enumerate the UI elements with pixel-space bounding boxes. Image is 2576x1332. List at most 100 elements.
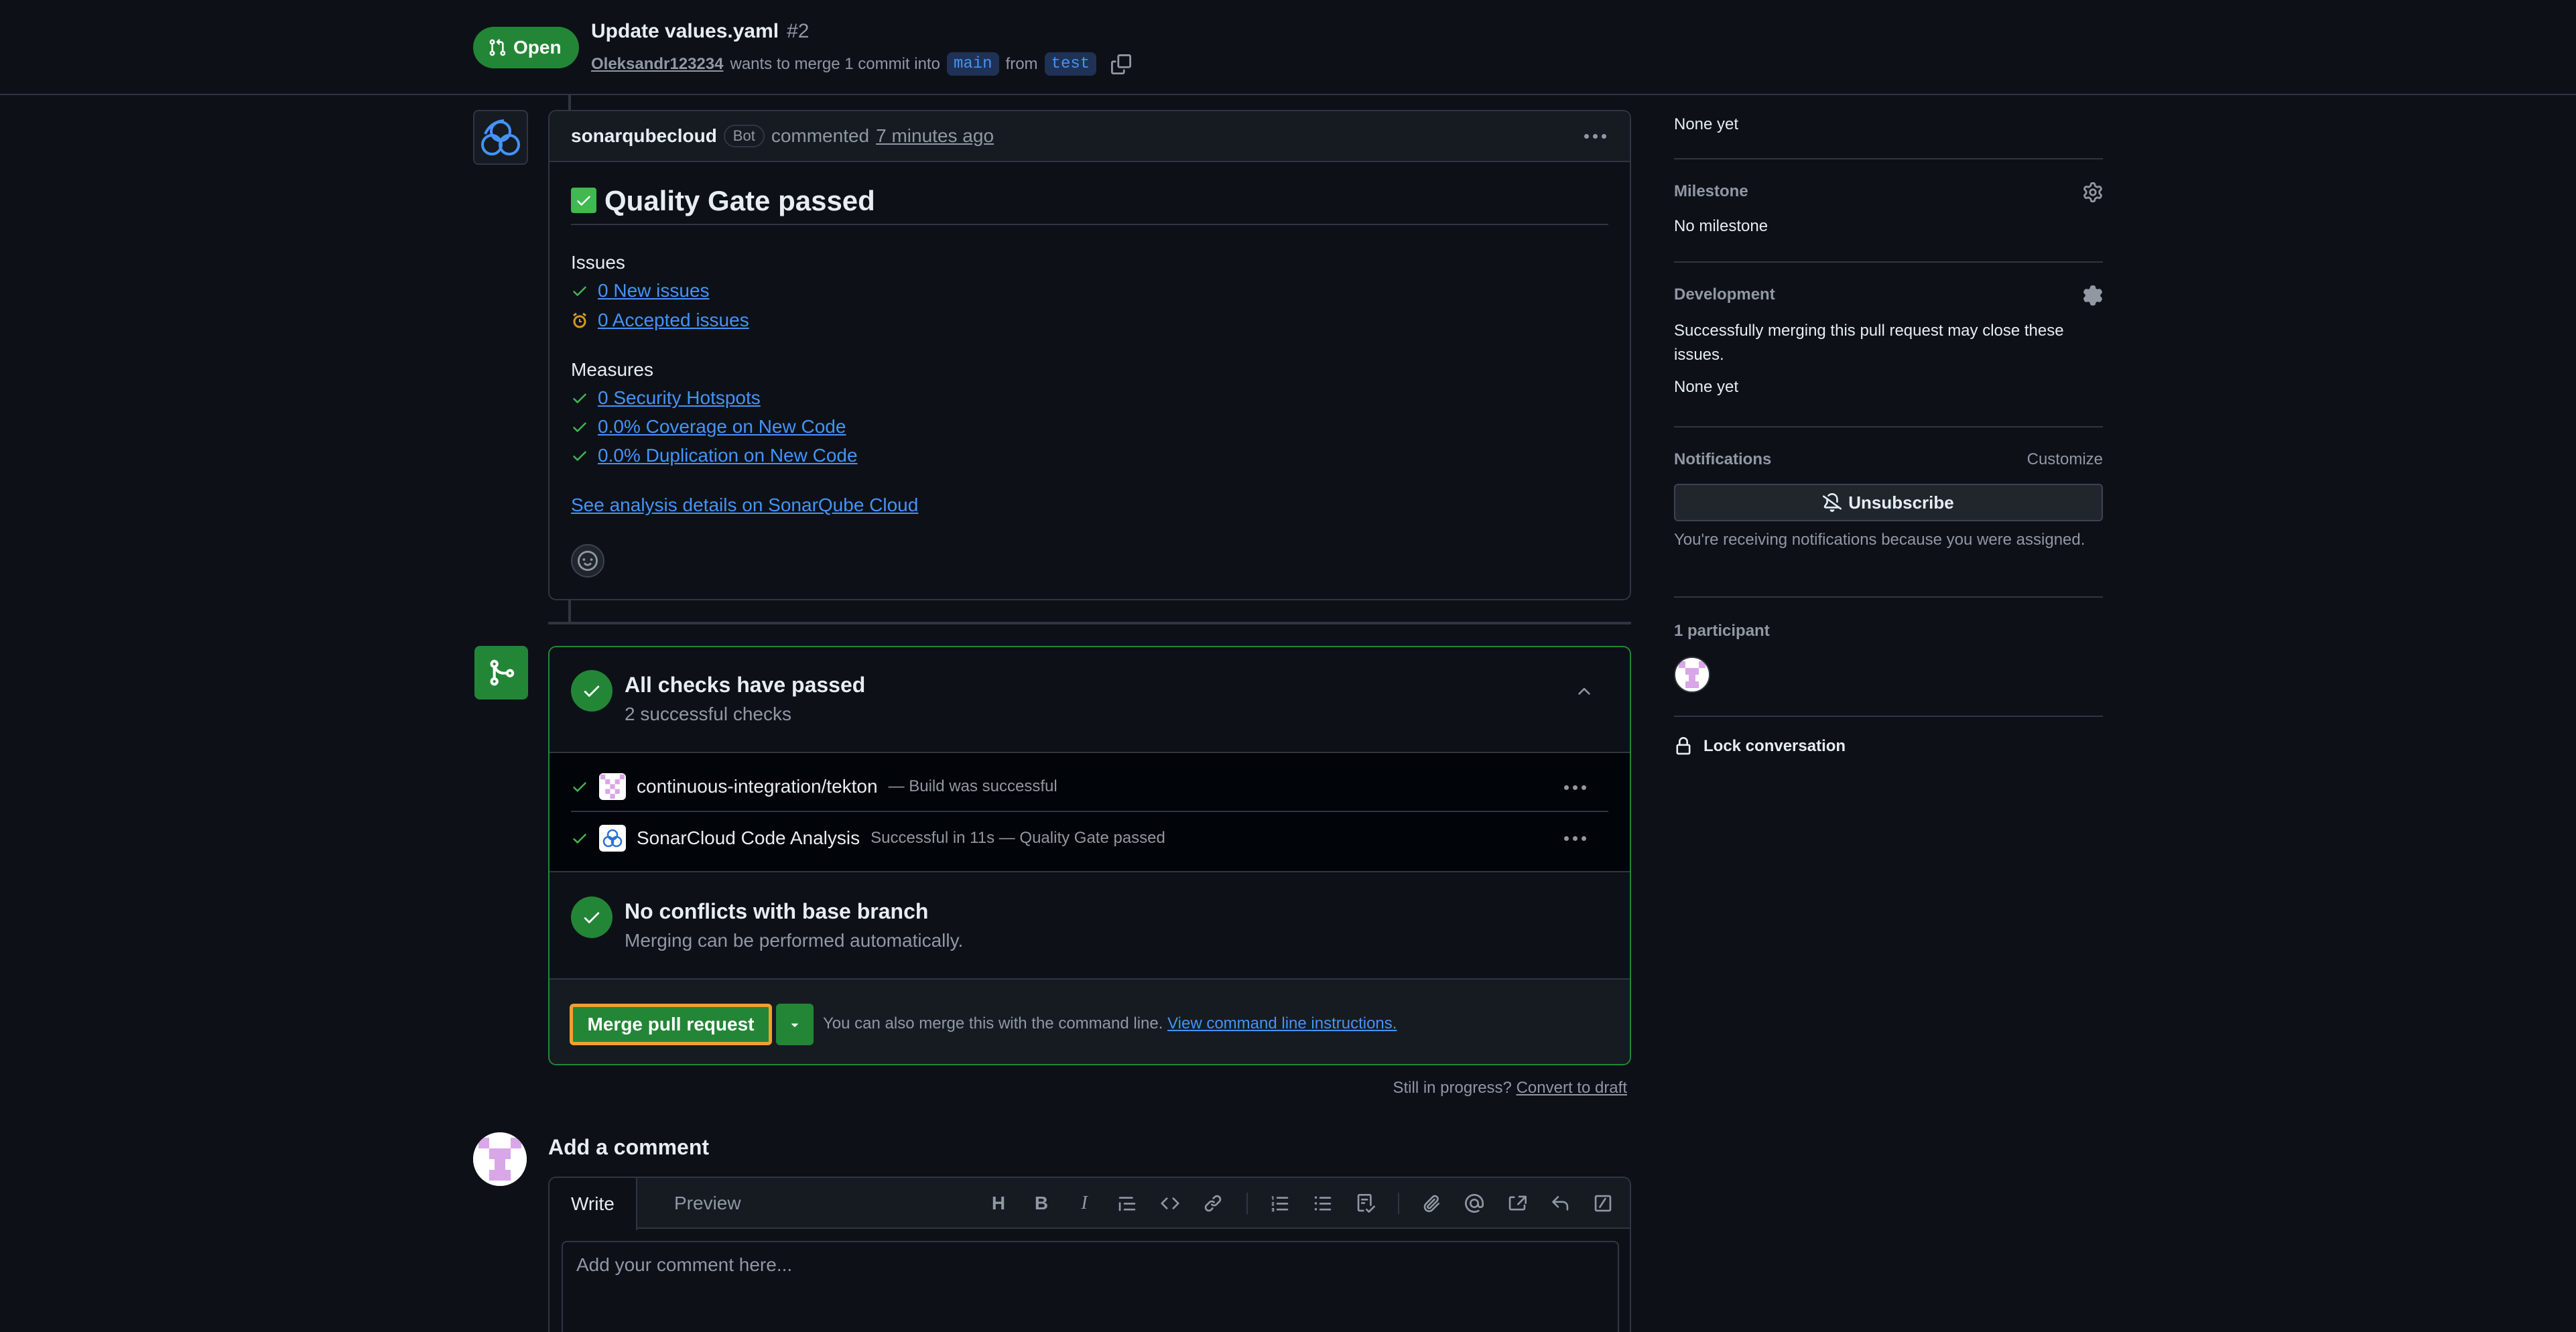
timeline-line: [568, 600, 571, 622]
list-item: 0 Security Hotspots: [571, 387, 761, 409]
pr-meta: Oleksandr123234 wants to merge 1 commit …: [591, 52, 1132, 76]
merge-method-dropdown[interactable]: [776, 1004, 814, 1045]
sonarcloud-logo-icon: [599, 825, 626, 852]
gear-icon[interactable]: [2083, 182, 2103, 202]
list-item: 0 New issues: [571, 280, 710, 302]
check-name: continuous-integration/tekton: [637, 776, 878, 797]
quote-icon[interactable]: [1114, 1190, 1141, 1217]
comment-options-button[interactable]: [1584, 134, 1606, 139]
quality-gate-title: Quality Gate passed: [604, 185, 875, 216]
tab-write[interactable]: Write: [550, 1178, 637, 1230]
sonarqube-cloud-icon: [481, 119, 520, 155]
numbered-list-icon[interactable]: [1267, 1190, 1293, 1217]
pr-title-text: Update values.yaml: [591, 20, 779, 42]
from-text: from: [1005, 54, 1038, 73]
check-options-button[interactable]: [1564, 785, 1586, 790]
slash-command-icon[interactable]: [1590, 1190, 1616, 1217]
milestone-section: Milestone No milestone: [1674, 182, 2103, 249]
unsubscribe-button[interactable]: Unsubscribe: [1674, 484, 2103, 521]
participants-label: 1 participant: [1674, 622, 1770, 640]
tekton-avatar-icon: [599, 773, 626, 800]
comment-timestamp[interactable]: 7 minutes ago: [876, 125, 994, 147]
security-hotspots-link[interactable]: 0 Security Hotspots: [598, 387, 761, 409]
avatar[interactable]: [473, 1132, 527, 1186]
check-icon: [573, 834, 586, 844]
accepted-issue-icon: [573, 312, 586, 328]
merge-footer: Merge pull request You can also merge th…: [550, 978, 1630, 1064]
collapse-checks-button[interactable]: [1575, 682, 1594, 701]
list-item: 0 Accepted issues: [571, 310, 749, 331]
attach-icon[interactable]: [1418, 1190, 1445, 1217]
check-name: SonarCloud Code Analysis: [637, 827, 860, 848]
page-title: Update values.yaml #2: [591, 20, 810, 43]
reply-icon[interactable]: [1547, 1190, 1573, 1217]
development-label: Development: [1674, 285, 1775, 304]
git-merge-icon: [474, 646, 528, 700]
check-description: — Build was successful: [888, 777, 1057, 795]
checkbox-checked-icon: [571, 188, 596, 213]
check-icon: [573, 286, 586, 296]
check-icon: [573, 422, 586, 432]
comment-author[interactable]: sonarqubecloud: [571, 125, 717, 147]
add-comment-title: Add a comment: [548, 1135, 710, 1159]
pr-author-link[interactable]: Oleksandr123234: [591, 55, 723, 74]
milestone-value: No milestone: [1674, 217, 1768, 235]
merge-hint-text: You can also merge this with the command…: [823, 1014, 1163, 1033]
bell-slash-icon: [1823, 493, 1842, 512]
check-icon: [573, 393, 586, 403]
draft-line: Still in progress? Convert to draft: [1393, 1079, 1627, 1097]
head-branch[interactable]: test: [1044, 52, 1097, 76]
participants-section: 1 participant: [1674, 622, 2103, 693]
accepted-issues-link[interactable]: 0 Accepted issues: [598, 310, 749, 331]
mention-icon[interactable]: [1461, 1190, 1488, 1217]
duplication-link[interactable]: 0.0% Duplication on New Code: [598, 445, 858, 466]
tab-preview[interactable]: Preview: [653, 1178, 763, 1229]
issues-heading: Issues: [571, 252, 625, 273]
check-circle-icon: [571, 896, 613, 938]
checks-subtitle: 2 successful checks: [625, 704, 791, 724]
check-options-button[interactable]: [1564, 836, 1586, 841]
lock-icon: [1676, 737, 1691, 755]
copy-icon[interactable]: [1111, 54, 1132, 74]
code-icon[interactable]: [1157, 1190, 1183, 1217]
reviewers-value: None yet: [1674, 115, 1739, 133]
chevron-up-icon: [1578, 687, 1590, 695]
coverage-link[interactable]: 0.0% Coverage on New Code: [598, 416, 846, 438]
merge-hint: You can also merge this with the command…: [823, 1014, 1397, 1033]
bold-icon[interactable]: B: [1028, 1190, 1055, 1217]
command-line-link[interactable]: View command line instructions.: [1167, 1014, 1397, 1033]
participant-avatar[interactable]: [1674, 657, 1710, 693]
comment-input[interactable]: [562, 1241, 1619, 1332]
task-list-icon[interactable]: [1352, 1190, 1379, 1217]
italic-icon[interactable]: I: [1071, 1190, 1098, 1217]
check-row-tekton[interactable]: continuous-integration/tekton — Build wa…: [571, 762, 1608, 812]
bulleted-list-icon[interactable]: [1309, 1190, 1336, 1217]
sonarqube-avatar[interactable]: [473, 110, 528, 165]
convert-to-draft-link[interactable]: Convert to draft: [1517, 1079, 1627, 1097]
gear-icon[interactable]: [2083, 285, 2103, 306]
comment-editor: Write Preview H B I: [548, 1177, 1631, 1332]
analysis-details-link[interactable]: See analysis details on SonarQube Cloud: [571, 494, 918, 516]
check-icon: [573, 782, 586, 792]
base-branch[interactable]: main: [946, 52, 999, 76]
conflicts-title: No conflicts with base branch: [625, 899, 929, 923]
heading-icon[interactable]: H: [985, 1190, 1012, 1217]
comment-action: commented: [771, 125, 870, 146]
state-label: Open: [513, 37, 562, 58]
quality-gate-heading: Quality Gate passed: [571, 185, 1608, 225]
link-icon[interactable]: [1200, 1190, 1226, 1217]
cross-reference-icon[interactable]: [1504, 1190, 1531, 1217]
merge-pull-request-button[interactable]: Merge pull request: [570, 1004, 772, 1045]
add-reaction-button[interactable]: [571, 544, 604, 578]
lock-conversation-button[interactable]: Lock conversation: [1674, 737, 1846, 756]
customize-link[interactable]: Customize: [2027, 450, 2103, 469]
check-row-sonarcloud[interactable]: SonarCloud Code Analysis Successful in 1…: [571, 813, 1608, 863]
editor-tabs: Write Preview H B I: [550, 1178, 1630, 1230]
notifications-section: Notifications Customize: [1674, 450, 2103, 469]
development-description: Successfully merging this pull request m…: [1674, 322, 2064, 364]
milestone-label: Milestone: [1674, 182, 1748, 200]
conflicts-subtitle: Merging can be performed automatically.: [625, 930, 964, 951]
comment-header: sonarqubecloud Bot commented 7 minutes a…: [550, 111, 1630, 162]
lock-label: Lock conversation: [1703, 737, 1846, 755]
new-issues-link[interactable]: 0 New issues: [598, 280, 710, 302]
